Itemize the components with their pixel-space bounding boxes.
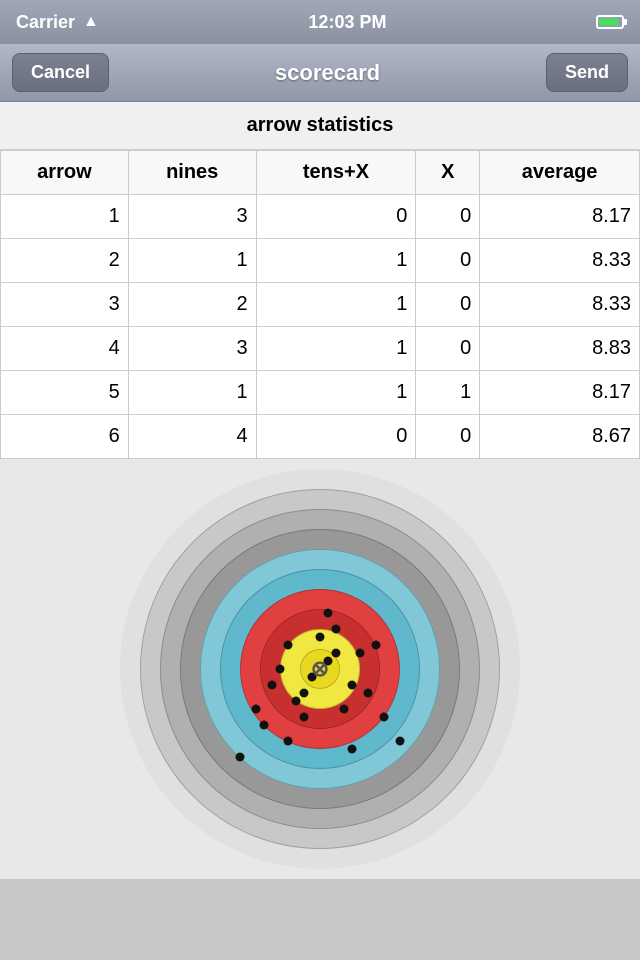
cell-avg: 8.83 (480, 327, 640, 371)
col-header-arrow: arrow (1, 151, 129, 195)
nav-bar: Cancel scorecard Send (0, 44, 640, 102)
arrow-dot (316, 633, 325, 642)
cell-arrow: 3 (1, 283, 129, 327)
col-header-nines: nines (128, 151, 256, 195)
table-row: 3 2 1 0 8.33 (1, 283, 640, 327)
cell-avg: 8.67 (480, 415, 640, 459)
arrow-dot (348, 681, 357, 690)
cell-avg: 8.33 (480, 239, 640, 283)
target-center-x: ⊗ (311, 656, 329, 682)
table-header-row: arrow nines tens+X X average (1, 151, 640, 195)
cell-tensx: 1 (256, 283, 416, 327)
arrow-dot (268, 681, 277, 690)
cell-nines: 4 (128, 415, 256, 459)
table-row: 5 1 1 1 8.17 (1, 371, 640, 415)
battery-icon (596, 15, 624, 29)
cell-x: 0 (416, 415, 480, 459)
cell-x: 1 (416, 371, 480, 415)
cell-nines: 3 (128, 327, 256, 371)
arrow-dot (356, 649, 365, 658)
carrier-wifi: Carrier ▲ (16, 12, 99, 33)
cell-x: 0 (416, 195, 480, 239)
arrow-dot (236, 753, 245, 762)
cell-nines: 2 (128, 283, 256, 327)
cell-tensx: 1 (256, 239, 416, 283)
col-header-avg: average (480, 151, 640, 195)
arrow-dot (372, 641, 381, 650)
table-body: 1 3 0 0 8.17 2 1 1 0 8.33 3 2 1 0 8.33 4… (1, 195, 640, 459)
cancel-button[interactable]: Cancel (12, 53, 109, 92)
cell-tensx: 1 (256, 371, 416, 415)
arrow-dot (300, 689, 309, 698)
arrow-dot (252, 705, 261, 714)
cell-nines: 1 (128, 239, 256, 283)
carrier-label: Carrier (16, 12, 75, 33)
cell-arrow: 1 (1, 195, 129, 239)
cell-tensx: 0 (256, 195, 416, 239)
col-header-tensx: tens+X (256, 151, 416, 195)
cell-tensx: 1 (256, 327, 416, 371)
arrow-dot (284, 737, 293, 746)
arrow-dot (324, 609, 333, 618)
table-row: 6 4 0 0 8.67 (1, 415, 640, 459)
arrow-dot (300, 713, 309, 722)
table-row: 2 1 1 0 8.33 (1, 239, 640, 283)
cell-arrow: 6 (1, 415, 129, 459)
table-row: 1 3 0 0 8.17 (1, 195, 640, 239)
arrow-dot (292, 697, 301, 706)
cell-arrow: 5 (1, 371, 129, 415)
arrow-dot (348, 745, 357, 754)
wifi-icon: ▲ (83, 13, 99, 31)
cell-avg: 8.33 (480, 283, 640, 327)
battery-fill (599, 18, 618, 26)
cell-x: 0 (416, 283, 480, 327)
target-area: ⊗ (0, 459, 640, 879)
archery-target: ⊗ (120, 469, 520, 869)
arrow-dot (332, 649, 341, 658)
table-row: 4 3 1 0 8.83 (1, 327, 640, 371)
arrow-dot (276, 665, 285, 674)
col-header-x: X (416, 151, 480, 195)
arrow-dot (380, 713, 389, 722)
arrow-dot (284, 641, 293, 650)
cell-avg: 8.17 (480, 195, 640, 239)
status-bar: Carrier ▲ 12:03 PM (0, 0, 640, 44)
cell-x: 0 (416, 239, 480, 283)
cell-nines: 3 (128, 195, 256, 239)
arrow-dot (332, 625, 341, 634)
table-section-title: arrow statistics (0, 102, 640, 150)
send-button[interactable]: Send (546, 53, 628, 92)
battery-area (596, 15, 624, 29)
arrow-dot (364, 689, 373, 698)
cell-nines: 1 (128, 371, 256, 415)
time-label: 12:03 PM (308, 12, 386, 33)
stats-table: arrow nines tens+X X average 1 3 0 0 8.1… (0, 150, 640, 459)
arrow-dot (260, 721, 269, 730)
cell-arrow: 2 (1, 239, 129, 283)
cell-tensx: 0 (256, 415, 416, 459)
cell-arrow: 4 (1, 327, 129, 371)
content-area: arrow statistics arrow nines tens+X X av… (0, 102, 640, 459)
arrow-dot (340, 705, 349, 714)
arrow-dot (396, 737, 405, 746)
cell-avg: 8.17 (480, 371, 640, 415)
nav-title: scorecard (275, 60, 380, 86)
cell-x: 0 (416, 327, 480, 371)
